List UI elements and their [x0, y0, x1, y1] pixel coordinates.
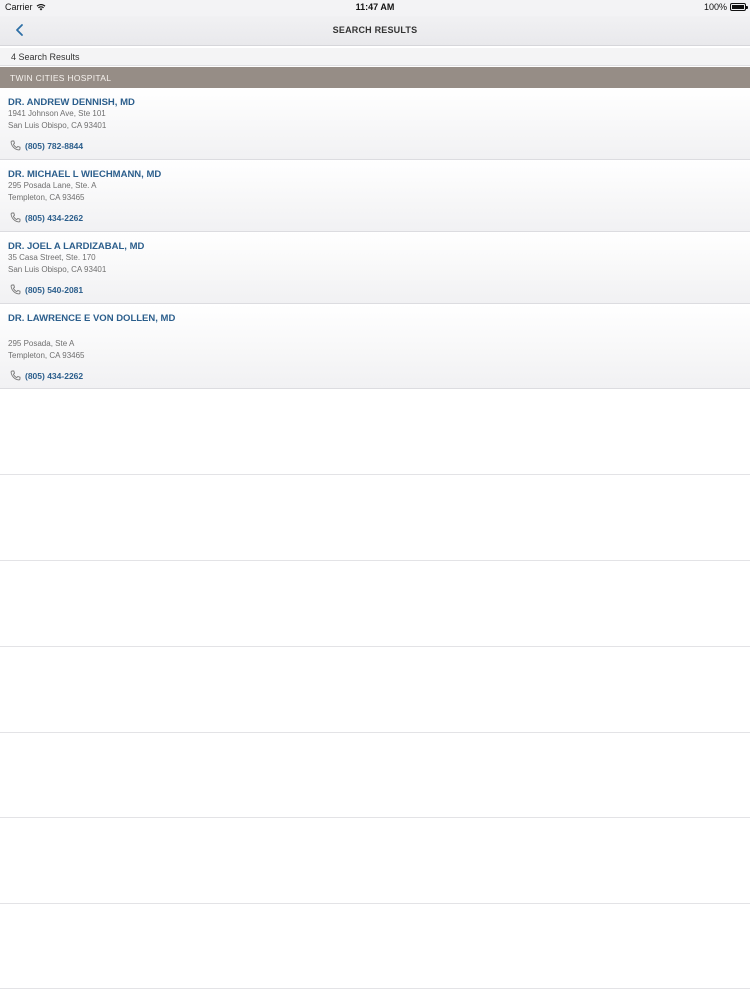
doctor-address-line1: 295 Posada, Ste A [8, 339, 75, 348]
status-time: 11:47 AM [355, 2, 395, 12]
doctor-row[interactable]: DR. JOEL A LARDIZABAL, MD 35 Casa Street… [0, 232, 750, 304]
doctor-row[interactable]: DR. MICHAEL L WIECHMANN, MD 295 Posada L… [0, 160, 750, 232]
phone-link[interactable]: (805) 434-2262 [10, 370, 83, 381]
empty-row-divider [0, 732, 750, 733]
section-header-hospital: TWIN CITIES HOSPITAL [0, 67, 750, 88]
phone-icon [10, 284, 21, 295]
battery-percent: 100% [703, 2, 727, 12]
phone-link[interactable]: (805) 540-2081 [10, 284, 83, 295]
phone-icon [10, 140, 21, 151]
phone-number: (805) 782-8844 [25, 140, 84, 151]
doctor-name: DR. LAWRENCE E VON DOLLEN, MD [8, 313, 176, 324]
battery-icon [730, 3, 748, 11]
status-bar: Carrier 11:47 AM 100% [0, 0, 750, 16]
doctor-list: DR. ANDREW DENNISH, MD 1941 Johnson Ave,… [0, 88, 750, 389]
empty-row-divider [0, 903, 750, 904]
doctor-address-line2: Templeton, CA 93465 [8, 351, 85, 360]
doctor-row[interactable]: DR. ANDREW DENNISH, MD 1941 Johnson Ave,… [0, 88, 750, 160]
empty-row-divider [0, 474, 750, 475]
phone-link[interactable]: (805) 782-8844 [10, 140, 83, 151]
battery-indicator: 100% [703, 2, 748, 12]
empty-row-divider [0, 560, 750, 561]
phone-number: (805) 434-2262 [25, 370, 84, 381]
doctor-address-line1: 35 Casa Street, Ste. 170 [8, 253, 96, 262]
doctor-address-line1: 1941 Johnson Ave, Ste 101 [8, 109, 106, 118]
doctor-address-line2: Templeton, CA 93465 [8, 193, 85, 202]
empty-row-divider [0, 646, 750, 647]
doctor-address-line2: San Luis Obispo, CA 93401 [8, 265, 107, 274]
doctor-address-line2: San Luis Obispo, CA 93401 [8, 121, 107, 130]
results-count: 4 Search Results [0, 48, 750, 66]
phone-icon [10, 212, 21, 223]
doctor-row[interactable]: DR. LAWRENCE E VON DOLLEN, MD 295 Posada… [0, 304, 750, 389]
page-title: SEARCH RESULTS [332, 25, 418, 35]
navigation-bar: SEARCH RESULTS [0, 16, 750, 46]
phone-link[interactable]: (805) 434-2262 [10, 212, 83, 223]
phone-number: (805) 540-2081 [25, 284, 84, 295]
doctor-address-line1: 295 Posada Lane, Ste. A [8, 181, 97, 190]
phone-number: (805) 434-2262 [25, 212, 84, 223]
phone-icon [10, 370, 21, 381]
empty-row-divider [0, 988, 750, 989]
empty-row-divider [0, 817, 750, 818]
